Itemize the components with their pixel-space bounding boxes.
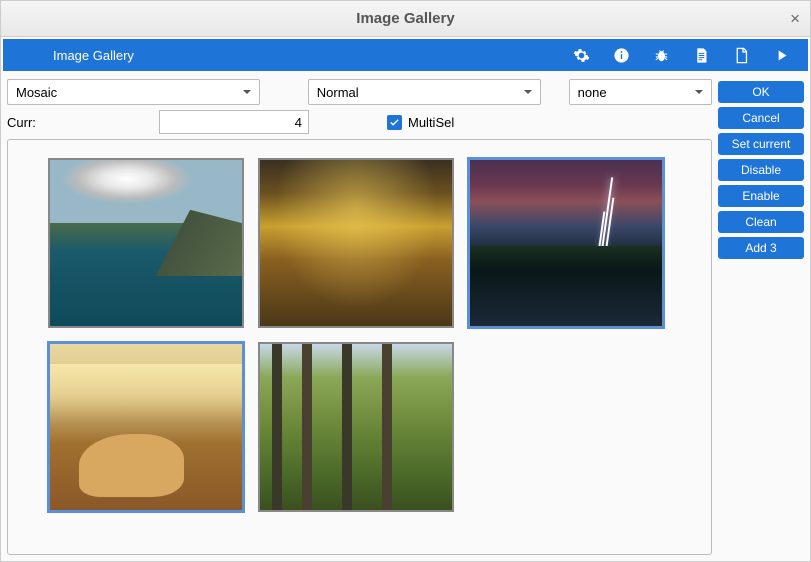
- gallery-thumb-cat[interactable]: [48, 342, 244, 512]
- side-buttons: OK Cancel Set current Disable Enable Cle…: [718, 79, 804, 555]
- add3-button[interactable]: Add 3: [718, 237, 804, 259]
- multisel-wrap[interactable]: MultiSel: [387, 115, 454, 130]
- layout-select[interactable]: Mosaic: [7, 79, 260, 105]
- curr-input[interactable]: [159, 110, 309, 134]
- file-icon[interactable]: [732, 46, 750, 64]
- enable-button[interactable]: Enable: [718, 185, 804, 207]
- document-icon[interactable]: [692, 46, 710, 64]
- cat-image: [50, 344, 242, 510]
- window: Image Gallery × Image Gallery Mosaic Nor…: [0, 0, 811, 562]
- cancel-button[interactable]: Cancel: [718, 107, 804, 129]
- toolbar: Image Gallery: [3, 39, 808, 71]
- select-row: Mosaic Normal none: [7, 79, 712, 105]
- curr-label: Curr:: [7, 115, 43, 130]
- set-current-button[interactable]: Set current: [718, 133, 804, 155]
- storm-image: [470, 160, 662, 326]
- gallery-thumb-lake[interactable]: [48, 158, 244, 328]
- gallery: [7, 139, 712, 555]
- close-icon[interactable]: ×: [790, 9, 800, 29]
- disable-button[interactable]: Disable: [718, 159, 804, 181]
- bug-icon[interactable]: [652, 46, 670, 64]
- titlebar: Image Gallery ×: [1, 1, 810, 37]
- window-title: Image Gallery: [356, 10, 454, 27]
- info-icon[interactable]: [612, 46, 630, 64]
- mode-select[interactable]: Normal: [308, 79, 541, 105]
- ok-button[interactable]: OK: [718, 81, 804, 103]
- clean-button[interactable]: Clean: [718, 211, 804, 233]
- content: Mosaic Normal none Curr: MultiSel: [1, 73, 810, 561]
- lake-image: [50, 160, 242, 326]
- fields-image: [260, 160, 452, 326]
- main-column: Mosaic Normal none Curr: MultiSel: [7, 79, 712, 555]
- gallery-thumb-fields[interactable]: [258, 158, 454, 328]
- multisel-label: MultiSel: [408, 115, 454, 130]
- toolbar-title: Image Gallery: [53, 48, 134, 63]
- toolbar-actions: [572, 46, 808, 64]
- gear-icon[interactable]: [572, 46, 590, 64]
- filter-select[interactable]: none: [569, 79, 712, 105]
- forest-image: [260, 344, 452, 510]
- multisel-checkbox[interactable]: [387, 115, 402, 130]
- gallery-thumb-forest[interactable]: [258, 342, 454, 512]
- gallery-thumb-storm[interactable]: [468, 158, 664, 328]
- current-row: Curr: MultiSel: [7, 109, 712, 135]
- play-icon[interactable]: [772, 46, 790, 64]
